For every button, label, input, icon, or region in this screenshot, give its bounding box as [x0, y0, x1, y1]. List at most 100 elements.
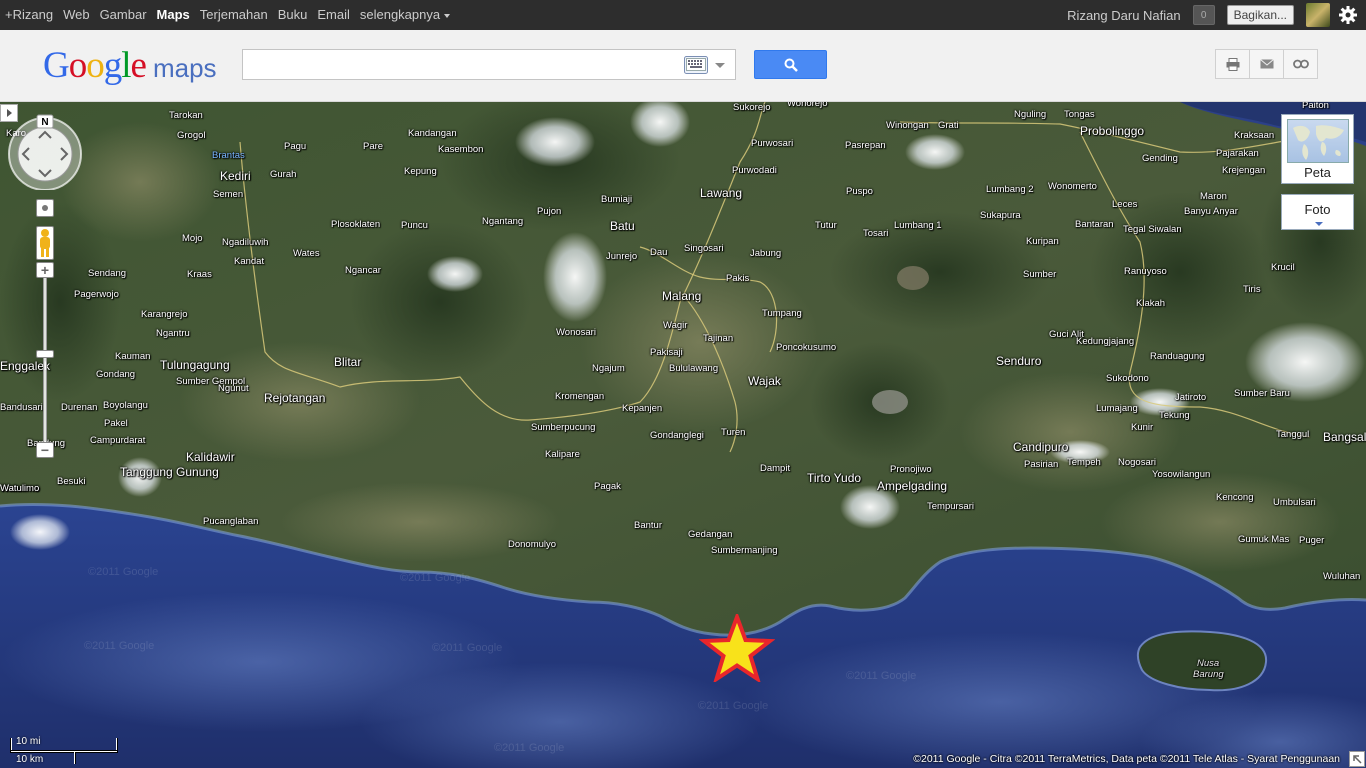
zoom-out-button[interactable]: −: [36, 442, 54, 458]
place-label[interactable]: Kalidawir: [186, 451, 235, 464]
place-label[interactable]: Dau: [650, 247, 667, 258]
place-label[interactable]: Gurah: [270, 169, 296, 180]
input-tools-dropdown-icon[interactable]: [715, 63, 725, 68]
place-label[interactable]: Kunir: [1131, 422, 1153, 433]
star-icon[interactable]: [699, 614, 775, 682]
place-label[interactable]: Ranuyoso: [1124, 266, 1167, 277]
place-label[interactable]: Rejotangan: [264, 392, 325, 405]
place-label[interactable]: Tirto Yudo: [807, 472, 861, 485]
place-label[interactable]: Paiton: [1302, 102, 1329, 111]
my-location-button[interactable]: [36, 199, 54, 217]
map-type-foto-button[interactable]: Foto: [1281, 194, 1354, 230]
satellite-map[interactable]: ©2011 Google ©2011 Google ©2011 Google ©…: [0, 102, 1366, 768]
place-label[interactable]: Wonorejo: [787, 102, 828, 109]
place-label[interactable]: Bandusari: [0, 402, 43, 413]
place-label[interactable]: Singosari: [684, 243, 724, 254]
place-label[interactable]: Wuluhan: [1323, 571, 1360, 582]
place-label[interactable]: Watulimo: [0, 483, 39, 494]
link-button[interactable]: [1283, 49, 1318, 79]
place-label[interactable]: Tutur: [815, 220, 837, 231]
place-label[interactable]: Kraas: [187, 269, 212, 280]
place-label[interactable]: Karangrejo: [141, 309, 187, 320]
place-label[interactable]: Pucanglaban: [203, 516, 258, 527]
place-label[interactable]: Tumpang: [762, 308, 802, 319]
place-label[interactable]: Gondanglegi: [650, 430, 704, 441]
google-maps-logo[interactable]: Google maps: [43, 44, 217, 86]
place-label[interactable]: Tegal Siwalan: [1123, 224, 1182, 235]
place-label[interactable]: Ngajum: [592, 363, 625, 374]
place-label[interactable]: Pagerwojo: [74, 289, 119, 300]
top-nav-email[interactable]: Email: [312, 0, 355, 30]
place-label[interactable]: Wagir: [663, 320, 687, 331]
place-label[interactable]: Tulungagung: [160, 359, 230, 372]
place-label[interactable]: Tarokan: [169, 110, 203, 121]
place-label[interactable]: Sumbermanjing: [711, 545, 778, 556]
place-label[interactable]: Kauman: [115, 351, 150, 362]
place-label[interactable]: Kencong: [1216, 492, 1254, 503]
place-label[interactable]: Pagak: [594, 481, 621, 492]
place-label[interactable]: Kediri: [220, 170, 251, 183]
place-label[interactable]: Batu: [610, 220, 635, 233]
place-label[interactable]: Nusa: [1197, 658, 1219, 669]
place-label[interactable]: Barung: [1193, 669, 1224, 680]
user-name[interactable]: Rizang Daru Nafian: [1067, 8, 1180, 23]
place-label[interactable]: Pasirian: [1024, 459, 1058, 470]
place-label[interactable]: Pujon: [537, 206, 561, 217]
place-label[interactable]: Dampit: [760, 463, 790, 474]
place-label[interactable]: Campurdarat: [90, 435, 145, 446]
place-label[interactable]: Ngunut: [218, 383, 249, 394]
place-label[interactable]: Ngadiluwih: [222, 237, 268, 248]
top-nav-gambar[interactable]: Gambar: [95, 0, 152, 30]
place-label[interactable]: Yosowilangun: [1152, 469, 1210, 480]
place-label[interactable]: Tajinan: [703, 333, 733, 344]
place-label[interactable]: Nogosari: [1118, 457, 1156, 468]
place-label[interactable]: Kedungjajang: [1076, 336, 1134, 347]
place-label[interactable]: Tongas: [1064, 109, 1095, 120]
place-label[interactable]: Lumbang 1: [894, 220, 942, 231]
place-label[interactable]: Puncu: [401, 220, 428, 231]
place-label[interactable]: Kasembon: [438, 144, 483, 155]
place-label[interactable]: Randuagung: [1150, 351, 1204, 362]
zoom-slider-thumb[interactable]: [36, 350, 54, 358]
place-label[interactable]: Sumberpucung: [531, 422, 595, 433]
place-label[interactable]: Wonosari: [556, 327, 596, 338]
place-label[interactable]: Banyu Anyar: [1184, 206, 1238, 217]
place-label[interactable]: Kalipare: [545, 449, 580, 460]
place-label[interactable]: Jatiroto: [1175, 392, 1206, 403]
map-copyright[interactable]: ©2011 Google - Citra ©2011 TerraMetrics,…: [913, 753, 1340, 765]
place-label[interactable]: Kepung: [404, 166, 437, 177]
pan-control[interactable]: N: [7, 114, 83, 190]
place-label[interactable]: Donomulyo: [508, 539, 556, 550]
place-label[interactable]: Jabung: [750, 248, 781, 259]
place-label[interactable]: Gedangan: [688, 529, 732, 540]
place-label[interactable]: Candipuro: [1013, 441, 1068, 454]
search-input[interactable]: [247, 54, 677, 76]
place-label[interactable]: Pajarakan: [1216, 148, 1259, 159]
place-label[interactable]: Tanggul: [1276, 429, 1309, 440]
place-label[interactable]: Boyolangu: [103, 400, 148, 411]
place-label[interactable]: Pronojiwo: [890, 464, 932, 475]
top-nav-selengkapnya[interactable]: selengkapnya: [355, 0, 455, 30]
place-label[interactable]: Umbulsari: [1273, 497, 1316, 508]
place-label[interactable]: Bantur: [634, 520, 662, 531]
search-button[interactable]: [754, 50, 827, 79]
place-label[interactable]: Sukapura: [980, 210, 1021, 221]
place-label[interactable]: Wates: [293, 248, 320, 259]
place-label[interactable]: Tempeh: [1067, 457, 1101, 468]
place-label[interactable]: Purwosari: [751, 138, 793, 149]
email-button[interactable]: [1249, 49, 1284, 79]
zoom-slider-track[interactable]: [43, 268, 47, 450]
place-label[interactable]: Kuripan: [1026, 236, 1059, 247]
place-label[interactable]: Sukorejo: [733, 102, 771, 113]
place-label[interactable]: Junrejo: [606, 251, 637, 262]
place-label[interactable]: Plosoklaten: [331, 219, 380, 230]
place-label[interactable]: Tanggung Gunung: [120, 466, 219, 479]
place-label[interactable]: Ngantru: [156, 328, 190, 339]
place-label[interactable]: Maron: [1200, 191, 1227, 202]
place-label[interactable]: Ngantang: [482, 216, 523, 227]
place-label[interactable]: Wonomerto: [1048, 181, 1097, 192]
avatar[interactable]: [1306, 3, 1330, 27]
place-label[interactable]: Pakis: [726, 273, 749, 284]
place-label[interactable]: Tekung: [1159, 410, 1190, 421]
place-label[interactable]: Nguling: [1014, 109, 1046, 120]
